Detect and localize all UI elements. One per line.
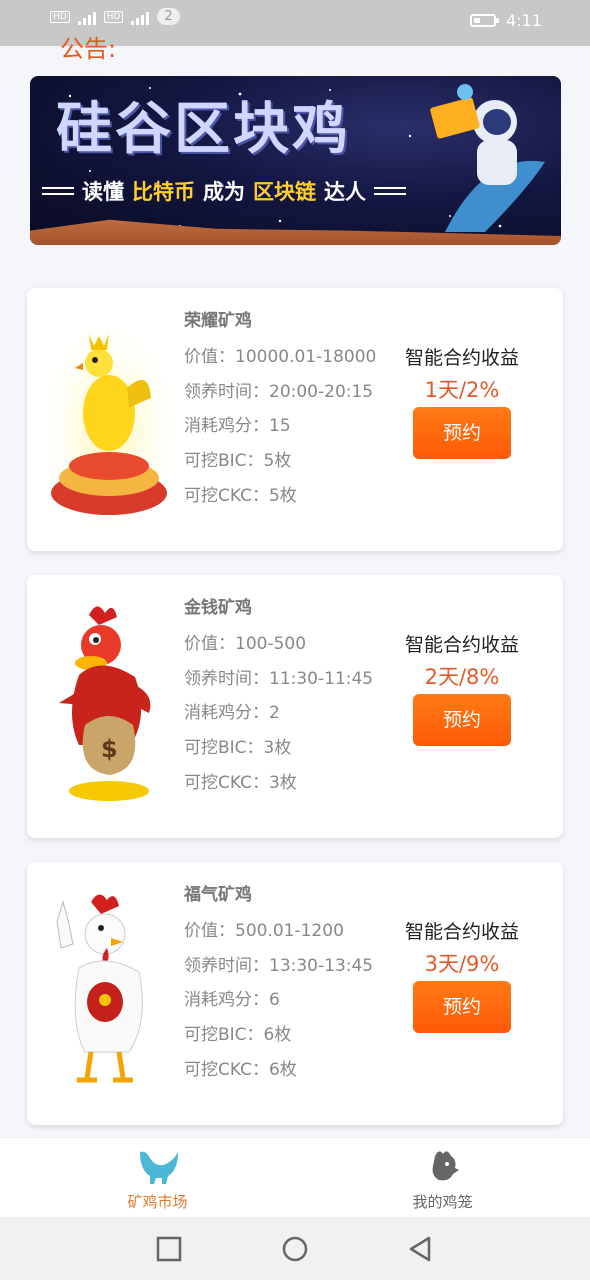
chicken-card: 荣耀矿鸡 价值：10000.01-18000 领养时间：20:00-20:15 … [27,288,563,551]
value-text: 价值：500.01-1200 [184,921,344,941]
tab-label: 矿鸡市场 [127,1193,188,1211]
contract-panel: 智能合约收益 2天/8% 预约 [397,630,527,746]
bic-text: 可挖BIC：5枚 [184,451,292,472]
svg-text:$: $ [101,735,118,763]
tab-my-coop[interactable]: 我的鸡笼 [295,1138,590,1218]
bottom-tab-bar: 矿鸡市场 我的鸡笼 [0,1137,590,1217]
contract-label: 智能合约收益 [404,634,519,656]
contract-rate: 3天/9% [424,952,500,976]
ckc-text: 可挖CKC：6枚 [184,1059,297,1080]
rooster-head-icon [432,1151,459,1181]
bic-text: 可挖BIC：6枚 [184,1025,292,1046]
hd-icon: HD [103,10,124,23]
notification-badge: 2 [157,8,180,25]
adopt-time-text: 领养时间：11:30-11:45 [184,668,374,689]
notice-label: 公告: [60,35,117,63]
reserve-button[interactable]: 预约 [413,407,511,459]
rooster-money-bag-icon: $ [59,606,151,801]
value-text: 价值：10000.01-18000 [184,347,377,367]
value-text: 价值：100-500 [184,634,307,654]
chicken-info: 价值：10000.01-18000 领养时间：20:00-20:15 消耗鸡分：… [184,340,376,514]
ckc-text: 可挖CKC：3枚 [184,772,297,793]
cost-text: 消耗鸡分：15 [184,416,291,437]
subtitle-highlight: 区块链 [253,180,316,204]
reserve-button[interactable]: 预约 [413,694,511,746]
chicken-info: 价值：500.01-1200 领养时间：13:30-13:45 消耗鸡分：6 可… [184,914,373,1088]
clock: 4:11 [506,11,542,30]
contract-rate: 2天/8% [424,665,500,689]
hd-icon: HD [50,10,70,23]
cost-text: 消耗鸡分：6 [184,990,280,1011]
chicken-info: 价值：100-500 领养时间：11:30-11:45 消耗鸡分：2 可挖BIC… [184,627,373,801]
contract-panel: 智能合约收益 3天/9% 预约 [397,917,527,1033]
subtitle-part: 达人 [324,180,366,204]
subtitle-part: 读懂 [82,180,124,204]
battery-icon [470,14,500,27]
banner-title: 硅谷区块鸡 [56,97,351,162]
system-nav-bar [0,1217,590,1280]
decor-lines [42,187,74,195]
contract-panel: 智能合约收益 1天/2% 预约 [397,343,527,459]
crowned-chicken-icon [39,308,179,528]
contract-rate: 1天/2% [424,378,500,402]
ckc-text: 可挖CKC：5枚 [184,485,297,506]
recent-apps-icon[interactable] [155,1235,183,1263]
tab-label: 我的鸡笼 [412,1193,473,1211]
home-icon[interactable] [281,1235,309,1263]
contract-label: 智能合约收益 [404,347,519,369]
contract-label: 智能合约收益 [404,921,519,943]
signal-icon [77,9,96,25]
chicken-icon [139,1151,178,1184]
reserve-button[interactable]: 预约 [413,981,511,1033]
subtitle-part: 成为 [203,180,245,204]
chicken-card: 福气矿鸡 价值：500.01-1200 领养时间：13:30-13:45 消耗鸡… [27,862,563,1125]
subtitle-highlight: 比特币 [132,180,195,204]
chicken-name: 荣耀矿鸡 [184,311,252,331]
tab-chicken-market[interactable]: 矿鸡市场 [10,1138,305,1218]
chicken-name: 福气矿鸡 [184,885,252,905]
cost-text: 消耗鸡分：2 [184,703,280,724]
astronaut-illustration [430,84,545,232]
back-icon[interactable] [406,1235,434,1263]
adopt-time-text: 领养时间：20:00-20:15 [184,381,374,402]
adopt-time-text: 领养时间：13:30-13:45 [184,955,374,976]
chicken-name: 金钱矿鸡 [184,598,252,618]
banner-subtitle: 读懂 比特币 成为 区块链 达人 [42,176,462,206]
chicken-card: $ 金钱矿鸡 价值：100-500 领养时间：11:30-11:45 消耗鸡分：… [27,575,563,838]
bic-text: 可挖BIC：3枚 [184,738,292,759]
signal-icon [131,9,150,25]
decor-lines [374,187,406,195]
white-rooster-icon [56,894,143,1083]
promo-banner[interactable]: 硅谷区块鸡 读懂 比特币 成为 区块链 达人 [30,76,561,245]
